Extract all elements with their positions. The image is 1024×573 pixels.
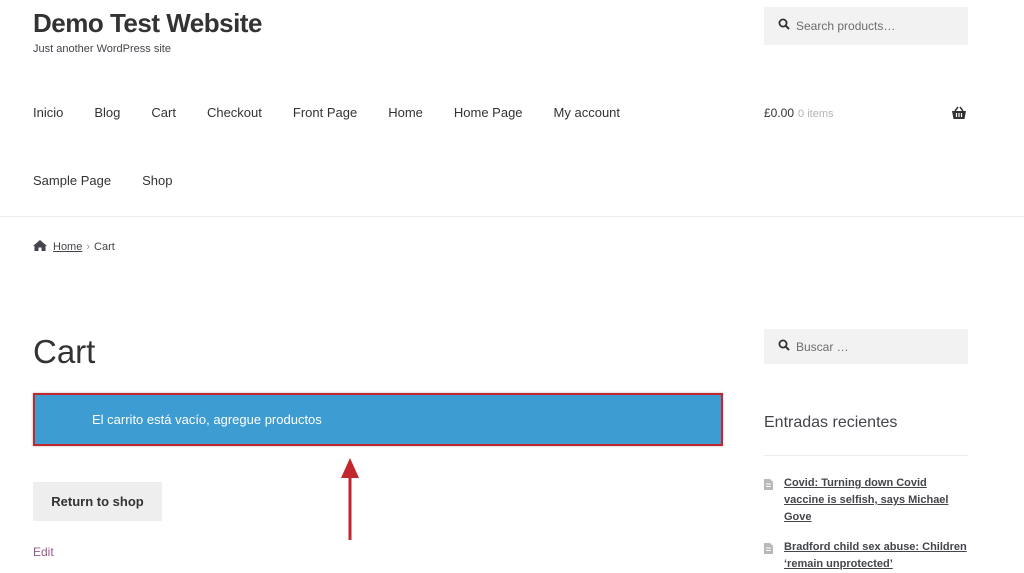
mini-cart-total: £0.00 (764, 106, 795, 120)
nav-item-sample-page[interactable]: Sample Page (33, 173, 111, 188)
primary-nav-row-2: Sample Page Shop (33, 173, 203, 188)
widget-divider (764, 455, 968, 456)
breadcrumb-home-link[interactable]: Home (53, 241, 82, 253)
recent-post-link[interactable]: Covid: Turning down Covid vaccine is sel… (784, 475, 968, 526)
basket-icon[interactable] (951, 106, 967, 125)
edit-page-link[interactable]: Edit (33, 545, 54, 559)
annotation-arrow-icon (340, 458, 360, 547)
site-tagline: Just another WordPress site (33, 43, 171, 55)
product-search-input[interactable] (790, 19, 956, 33)
empty-cart-message: El carrito está vacío, agregue productos (92, 412, 322, 427)
nav-item-blog[interactable]: Blog (94, 105, 120, 120)
home-icon (33, 240, 47, 254)
nav-item-home[interactable]: Home (388, 105, 423, 120)
search-icon (778, 338, 790, 356)
search-icon (778, 17, 790, 35)
nav-item-home-page[interactable]: Home Page (454, 105, 523, 120)
return-to-shop-button[interactable]: Return to shop (33, 482, 162, 521)
sidebar-search (764, 329, 968, 364)
document-icon (764, 541, 773, 573)
breadcrumb: Home › Cart (33, 240, 115, 254)
nav-item-inicio[interactable]: Inicio (33, 105, 63, 120)
nav-item-cart[interactable]: Cart (151, 105, 176, 120)
nav-item-shop[interactable]: Shop (142, 173, 172, 188)
nav-item-checkout[interactable]: Checkout (207, 105, 262, 120)
recent-post-item: Covid: Turning down Covid vaccine is sel… (764, 475, 968, 526)
empty-cart-notice: El carrito está vacío, agregue productos (33, 393, 723, 446)
mini-cart-link[interactable]: £0.00 0 items (764, 106, 834, 120)
page-title: Cart (33, 333, 96, 370)
mini-cart-count: 0 items (798, 108, 834, 120)
breadcrumb-separator: › (86, 241, 91, 253)
sidebar-search-input[interactable] (790, 339, 956, 354)
primary-nav-row-1: Inicio Blog Cart Checkout Front Page Hom… (33, 105, 651, 120)
product-search (764, 7, 968, 45)
breadcrumb-current: Cart (94, 241, 115, 253)
nav-item-my-account[interactable]: My account (554, 105, 620, 120)
site-title[interactable]: Demo Test Website (33, 7, 262, 39)
nav-item-front-page[interactable]: Front Page (293, 105, 357, 120)
recent-posts-title: Entradas recientes (764, 414, 898, 431)
header-divider (0, 216, 1024, 217)
document-icon (764, 477, 773, 526)
